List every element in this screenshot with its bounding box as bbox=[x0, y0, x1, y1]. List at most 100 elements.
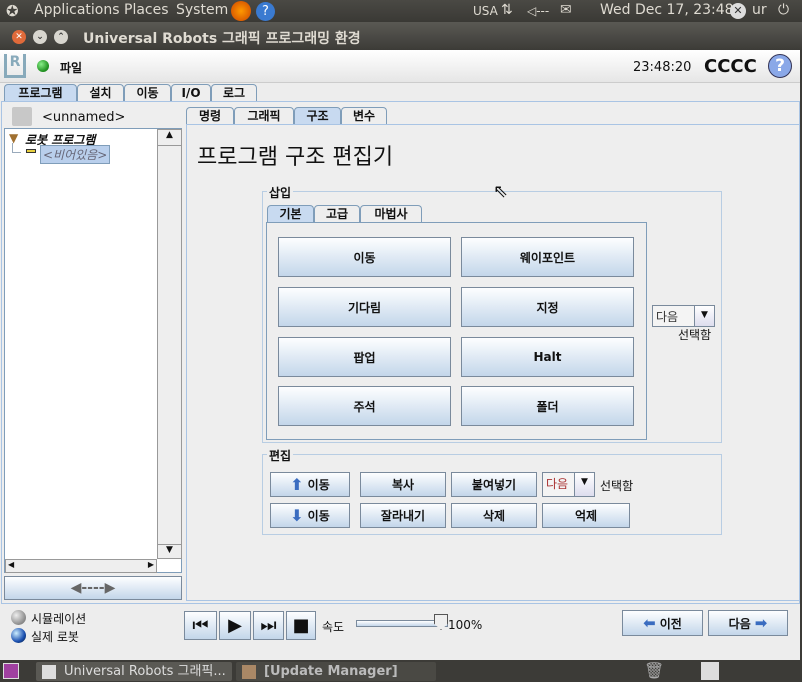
menu-system[interactable]: System bbox=[176, 2, 228, 18]
scroll-down-icon[interactable]: ▼ bbox=[158, 544, 181, 558]
stop-button[interactable]: ■ bbox=[286, 611, 316, 640]
insert-set-button[interactable]: 지정 bbox=[461, 287, 634, 327]
network-icon[interactable]: ⇅ bbox=[501, 2, 513, 18]
program-tree: ▼ 로봇 프로그램 <비어있음> ▲ ▼ ◀ ▶ bbox=[4, 128, 182, 573]
step-button[interactable]: ⏭ bbox=[253, 611, 284, 640]
clock-readout: 23:48:20 bbox=[633, 60, 692, 75]
close-icon[interactable]: ✕ bbox=[12, 30, 26, 44]
status-led-icon bbox=[37, 60, 49, 72]
insert-move-button[interactable]: 이동 bbox=[278, 237, 451, 277]
tab-move[interactable]: 이동 bbox=[124, 84, 171, 102]
edit-label: 편집 bbox=[267, 447, 294, 464]
arrow-down-icon: ⬇ bbox=[290, 506, 304, 525]
next-button[interactable]: 다음 ➡ bbox=[708, 610, 788, 636]
tree-item-empty[interactable]: <비어있음> bbox=[40, 145, 111, 164]
keyboard-indicator[interactable]: USA bbox=[473, 4, 498, 18]
help-icon[interactable]: ? bbox=[256, 2, 275, 21]
chevron-down-icon[interactable]: ▼ bbox=[694, 306, 714, 326]
real-robot-label[interactable]: 실제 로봇 bbox=[31, 628, 79, 645]
package-icon bbox=[242, 664, 256, 679]
taskbar: Universal Robots 그래픽... [Update Manager]… bbox=[0, 660, 802, 682]
trash-icon[interactable]: 🗑 bbox=[644, 661, 664, 680]
app-window: R 파일 23:48:20 CCCC ? 프로그램 설치 이동 I/O 로그 <… bbox=[0, 50, 800, 660]
edit-select-label: 선택함 bbox=[600, 479, 634, 493]
insert-group: 삽입 기본 고급 마법사 이동 웨이포인트 기다림 지정 팝업 Halt 주석 … bbox=[262, 184, 722, 443]
arrow-right-icon: ➡ bbox=[754, 614, 768, 632]
volume-icon[interactable]: ◁--- bbox=[527, 4, 549, 18]
show-desktop-icon[interactable] bbox=[3, 663, 19, 679]
menu-file[interactable]: 파일 bbox=[60, 59, 82, 76]
tab-io[interactable]: I/O bbox=[171, 84, 211, 102]
menu-places[interactable]: Places bbox=[124, 2, 169, 18]
tab-basic[interactable]: 기본 bbox=[267, 205, 314, 223]
tab-variables[interactable]: 변수 bbox=[341, 107, 387, 125]
user-name[interactable]: ur bbox=[752, 2, 767, 18]
window-titlebar: ✕ ⌄ ⌃ Universal Robots 그래픽 프로그래밍 환경 bbox=[0, 22, 802, 50]
insert-comment-button[interactable]: 주석 bbox=[278, 386, 451, 426]
speed-label: 속도 bbox=[322, 620, 345, 634]
maximize-icon[interactable]: ⌃ bbox=[54, 30, 68, 44]
insert-wait-button[interactable]: 기다림 bbox=[278, 287, 451, 327]
tab-structure[interactable]: 구조 bbox=[294, 107, 341, 125]
simulation-label[interactable]: 시뮬레이션 bbox=[31, 610, 86, 627]
save-floppy-icon[interactable] bbox=[12, 107, 32, 126]
move-up-button[interactable]: ⬆ 이동 bbox=[270, 472, 350, 497]
tab-graphics[interactable]: 그래픽 bbox=[234, 107, 294, 125]
ur-logo: R bbox=[4, 54, 26, 78]
page-title: 프로그램 구조 편집기 bbox=[197, 145, 394, 170]
program-panel: <unnamed> ▼ 로봇 프로그램 <비어있음> ▲ ▼ ◀ ▶ ◀----▶… bbox=[1, 101, 800, 604]
insert-label: 삽입 bbox=[267, 184, 294, 201]
scroll-up-icon[interactable]: ▲ bbox=[158, 130, 181, 146]
arrow-left-icon: ⬅ bbox=[643, 614, 656, 632]
workspace-switcher[interactable] bbox=[701, 662, 719, 680]
insert-folder-button[interactable]: 폴더 bbox=[461, 386, 634, 426]
copy-button[interactable]: 복사 bbox=[360, 472, 446, 497]
chevron-down-icon[interactable]: ▼ bbox=[574, 473, 594, 496]
move-down-button[interactable]: ⬇ 이동 bbox=[270, 503, 350, 528]
taskbar-item-ur[interactable]: Universal Robots 그래픽... bbox=[36, 662, 232, 681]
insert-popup-button[interactable]: 팝업 bbox=[278, 337, 451, 377]
program-filename: <unnamed> bbox=[42, 110, 126, 125]
horizontal-scrollbar[interactable]: ◀ ▶ bbox=[5, 559, 157, 573]
suppress-button[interactable]: 억제 bbox=[542, 503, 630, 528]
tab-log[interactable]: 로그 bbox=[211, 84, 257, 102]
top-panel: ✪ Applications Places System ? USA ⇅ ◁--… bbox=[0, 0, 802, 22]
help-button[interactable]: ? bbox=[768, 54, 792, 78]
empty-node-icon bbox=[26, 149, 36, 153]
prev-button[interactable]: ⬅ 이전 bbox=[622, 610, 703, 636]
simulation-radio[interactable] bbox=[11, 610, 26, 625]
tab-commands[interactable]: 명령 bbox=[186, 107, 234, 125]
insert-halt-button[interactable]: Halt bbox=[461, 337, 634, 377]
real-robot-radio[interactable] bbox=[11, 628, 26, 643]
ubuntu-logo-icon[interactable]: ✪ bbox=[6, 2, 19, 20]
tab-wizard[interactable]: 마법사 bbox=[360, 205, 422, 223]
structure-editor: 프로그램 구조 편집기 삽입 기본 고급 마법사 이동 웨이포인트 기다림 지정… bbox=[186, 124, 800, 601]
clock[interactable]: Wed Dec 17, 23:48 bbox=[600, 2, 734, 18]
status-icon[interactable]: ✕ bbox=[730, 3, 746, 19]
insert-select-label: 선택함 bbox=[678, 328, 712, 342]
taskbar-item-update-manager[interactable]: [Update Manager] bbox=[236, 662, 436, 681]
mail-icon[interactable]: ✉ bbox=[560, 2, 572, 18]
delete-button[interactable]: 삭제 bbox=[451, 503, 537, 528]
insert-buttons-panel: 이동 웨이포인트 기다림 지정 팝업 Halt 주석 폴더 bbox=[266, 222, 647, 440]
paste-button[interactable]: 붙여넣기 bbox=[451, 472, 537, 497]
app-header: R 파일 23:48:20 CCCC ? bbox=[0, 50, 800, 83]
insert-position-select[interactable]: 다음 ▼ bbox=[652, 305, 715, 327]
rewind-button[interactable]: ⏮ bbox=[184, 611, 217, 640]
firefox-icon[interactable] bbox=[231, 1, 251, 21]
tab-program[interactable]: 프로그램 bbox=[4, 84, 77, 102]
play-button[interactable]: ▶ bbox=[219, 611, 251, 640]
mouse-cursor-icon: ⇖ bbox=[493, 181, 509, 202]
tab-install[interactable]: 설치 bbox=[77, 84, 124, 102]
menu-applications[interactable]: Applications bbox=[34, 2, 120, 18]
vertical-scrollbar[interactable]: ▲ ▼ bbox=[157, 129, 182, 559]
tab-advanced[interactable]: 고급 bbox=[314, 205, 360, 223]
insert-waypoint-button[interactable]: 웨이포인트 bbox=[461, 237, 634, 277]
power-icon[interactable]: ⏻ bbox=[778, 2, 789, 18]
minimize-icon[interactable]: ⌄ bbox=[33, 30, 47, 44]
cut-button[interactable]: 잘라내기 bbox=[360, 503, 446, 528]
edit-position-select[interactable]: 다음 ▼ bbox=[542, 472, 595, 497]
arrow-up-icon: ⬆ bbox=[290, 475, 304, 494]
app-icon bbox=[42, 664, 56, 679]
tree-resize-button[interactable]: ◀----▶ bbox=[4, 576, 182, 600]
